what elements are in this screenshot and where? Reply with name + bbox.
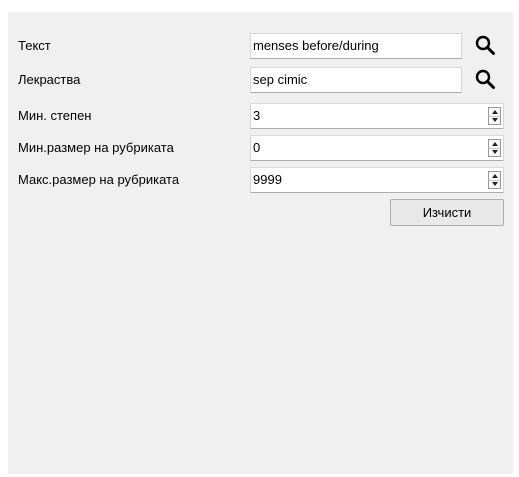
- min-degree-spin-buttons: [488, 107, 501, 125]
- min-degree-spinbox: [250, 103, 504, 129]
- min-size-spinbox: [250, 135, 504, 161]
- min-degree-decrement-button[interactable]: [489, 117, 500, 125]
- drugs-label: Лекраства: [18, 72, 81, 87]
- max-size-input[interactable]: [251, 168, 503, 192]
- max-size-label: Макс.размер на рубриката: [18, 172, 180, 187]
- search-filter-panel: Текст Лекраства Мин. степен Мин.размер н…: [8, 12, 513, 474]
- search-icon: [475, 35, 495, 55]
- arrow-up-icon: [491, 173, 498, 178]
- min-size-increment-button[interactable]: [489, 140, 500, 149]
- clear-button[interactable]: Изчисти: [390, 199, 504, 226]
- drugs-input[interactable]: [251, 68, 461, 92]
- text-field-container: [250, 33, 462, 59]
- max-size-increment-button[interactable]: [489, 172, 500, 181]
- text-search-button[interactable]: [471, 31, 499, 59]
- arrow-up-icon: [491, 109, 498, 114]
- min-size-input[interactable]: [251, 136, 503, 160]
- min-size-decrement-button[interactable]: [489, 149, 500, 157]
- max-size-spinbox: [250, 167, 504, 193]
- search-icon: [475, 69, 495, 89]
- arrow-down-icon: [491, 182, 498, 187]
- min-degree-increment-button[interactable]: [489, 108, 500, 117]
- drugs-search-button[interactable]: [471, 65, 499, 93]
- arrow-down-icon: [491, 150, 498, 155]
- max-size-decrement-button[interactable]: [489, 181, 500, 189]
- min-degree-label: Мин. степен: [18, 108, 92, 123]
- drugs-field-container: [250, 67, 462, 93]
- max-size-spin-buttons: [488, 171, 501, 189]
- min-degree-input[interactable]: [251, 104, 503, 128]
- min-size-spin-buttons: [488, 139, 501, 157]
- text-input[interactable]: [251, 34, 461, 58]
- arrow-up-icon: [491, 141, 498, 146]
- min-size-label: Мин.размер на рубриката: [18, 140, 174, 155]
- text-label: Текст: [18, 38, 51, 53]
- arrow-down-icon: [491, 118, 498, 123]
